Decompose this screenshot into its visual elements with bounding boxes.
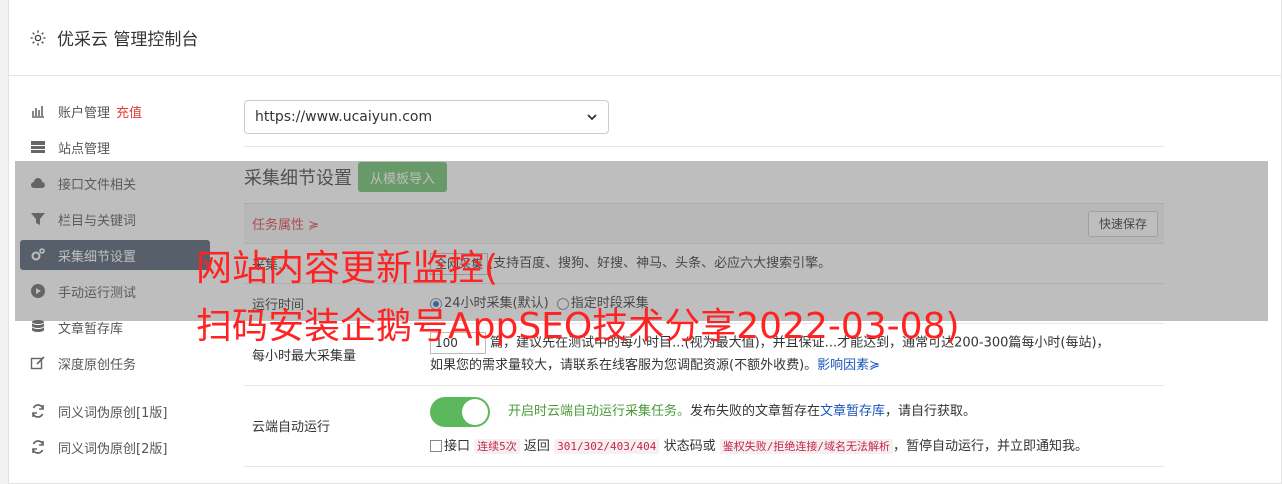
refresh-icon xyxy=(30,403,46,419)
watermark-line-1: 网站内容更新监控( xyxy=(196,248,499,289)
cloud-run-toggle[interactable] xyxy=(430,396,490,427)
page-title: 优采云 管理控制台 xyxy=(57,30,199,50)
factors-link[interactable]: 影响因素≽ xyxy=(817,358,880,373)
cloud-run-row: 云端自动运行 开启时云端自动运行采集任务。 发布失败的文章暂存在 文章暂存库 ，请自… xyxy=(244,386,1164,467)
sidebar-item-label: 站点管理 xyxy=(58,141,111,157)
tail-text: ，暂停自动运行，并立即通知我。 xyxy=(892,438,1088,454)
sidebar-item-synonym-v1[interactable]: 同义词伪原创[1版] xyxy=(20,396,210,426)
edit-icon xyxy=(30,355,46,371)
article-store-link[interactable]: 文章暂存库 xyxy=(820,401,885,423)
chevron-down-icon xyxy=(586,111,598,123)
mid-text-2: 状态码或 xyxy=(663,438,716,454)
max-per-hour-desc2: 如果您的需求量较大，请联系在线客服为您调配资源(不额外收费)。 xyxy=(430,357,818,373)
sidebar-item-sites[interactable]: 站点管理 xyxy=(20,132,210,162)
top-bar: 优采云 管理控制台 xyxy=(9,0,1281,76)
refresh-icon xyxy=(30,439,46,455)
sidebar-item-label: 同义词伪原创[1版] xyxy=(58,405,168,421)
sidebar-item-account[interactable]: 账户管理 充值 xyxy=(20,96,210,126)
site-select[interactable]: https://www.ucaiyun.com xyxy=(244,100,609,134)
mid-text-1: 返回 xyxy=(523,438,550,454)
gear-icon xyxy=(29,29,47,47)
cloud-run-desc-pre: 发布失败的文章暂存在 xyxy=(690,403,821,419)
cloud-run-label: 云端自动运行 xyxy=(252,420,331,435)
sidebar-item-synonym-v2[interactable]: 同义词伪原创[2版] xyxy=(20,432,210,462)
sidebar-item-label: 深度原创任务 xyxy=(58,357,137,373)
cloud-run-on-text: 开启时云端自动运行采集任务。 xyxy=(508,403,691,419)
bar-chart-icon xyxy=(30,103,46,119)
pause-checkbox[interactable] xyxy=(430,440,442,452)
gray-overlay xyxy=(15,161,1268,321)
cloud-run-desc-post: ，请自行获取。 xyxy=(885,403,977,419)
code-errors: 鉴权失败/拒绝连接/域名无法解析 xyxy=(719,438,893,454)
code-consecutive: 连续5次 xyxy=(474,438,520,454)
server-icon xyxy=(30,139,46,155)
sidebar-item-deep-original[interactable]: 深度原创任务 xyxy=(20,348,210,378)
code-status: 301/302/403/404 xyxy=(554,438,660,454)
sidebar-item-label: 账户管理 xyxy=(58,105,111,121)
site-select-value: https://www.ucaiyun.com xyxy=(255,109,433,125)
watermark-line-2: 扫码安装企鹅号AppSEO技术分享2022-03-08) xyxy=(196,306,960,347)
recharge-link[interactable]: 充值 xyxy=(116,102,142,121)
pause-cb-label: 接口 xyxy=(444,438,471,454)
sidebar-item-label: 同义词伪原创[2版] xyxy=(58,441,168,457)
database-icon xyxy=(30,319,46,335)
